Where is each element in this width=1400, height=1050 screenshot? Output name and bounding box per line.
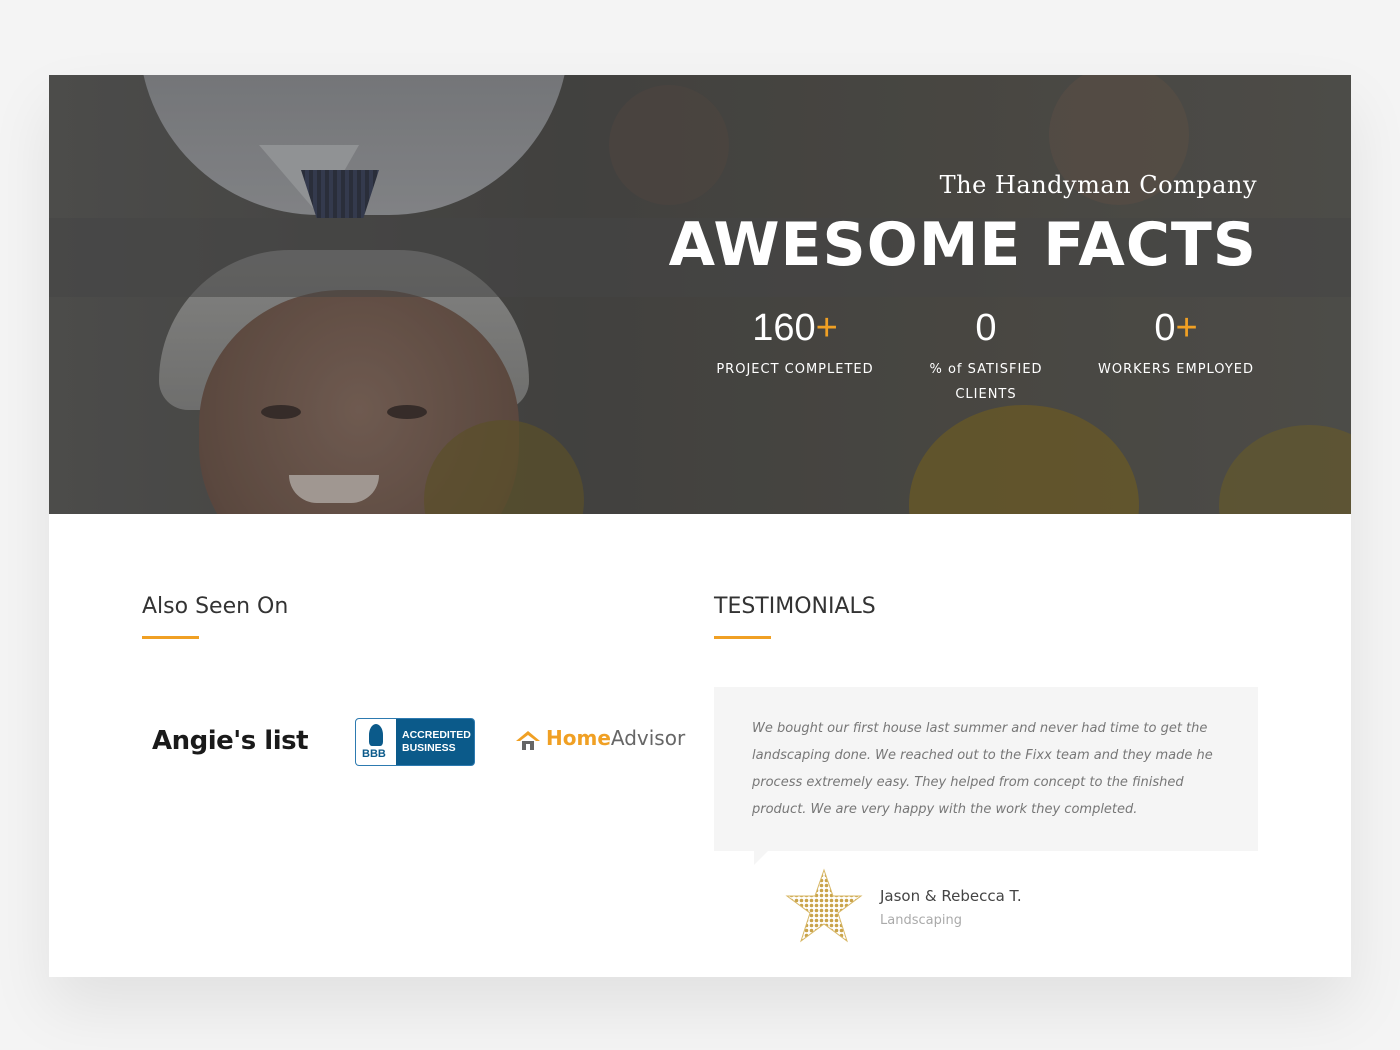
bbb-seal-text: BBB: [362, 748, 386, 760]
stat-suffix: +: [1175, 307, 1198, 349]
stat-projects: 160+ PROJECT COMPLETED: [705, 303, 885, 382]
stat-number: 0: [1154, 307, 1176, 349]
hero-section: The Handyman Company AWESOME FACTS 160+ …: [49, 75, 1351, 514]
angies-list-logo[interactable]: Angie's list: [152, 726, 309, 756]
stat-satisfied: 0 % of SATISFIED CLIENTS: [896, 303, 1076, 407]
star-icon: [785, 868, 863, 943]
homeadvisor-home-text: Home: [546, 726, 611, 750]
bbb-accredited-logo[interactable]: BBB ACCREDITED BUSINESS: [355, 718, 475, 766]
heading-underline: [714, 636, 771, 639]
stat-label-line: CLIENTS: [955, 387, 1017, 402]
homeadvisor-text: HomeAdvisor: [546, 726, 685, 750]
bbb-accredited-text: ACCREDITED BUSINESS: [402, 729, 471, 755]
bbb-text-line: BUSINESS: [402, 742, 456, 754]
also-seen-on-heading: Also Seen On: [142, 594, 289, 619]
page-card: The Handyman Company AWESOME FACTS 160+ …: [49, 75, 1351, 977]
stat-value: 0: [896, 303, 1076, 353]
stat-workers: 0+ WORKERS EMPLOYED: [1086, 303, 1266, 382]
bbb-torch-icon: [369, 724, 383, 746]
stat-label: % of SATISFIED CLIENTS: [896, 357, 1076, 407]
quote-pointer: [754, 851, 782, 865]
testimonial-quote-box: We bought our first house last summer an…: [714, 687, 1258, 865]
testimonial-role: Landscaping: [880, 913, 962, 928]
bbb-text-line: ACCREDITED: [402, 729, 471, 741]
hero-title: AWESOME FACTS: [668, 210, 1257, 280]
hero-subtitle: The Handyman Company: [939, 171, 1257, 199]
angies-list-logo-text: Angie's list: [152, 726, 309, 756]
stat-value: 0+: [1086, 303, 1266, 353]
heading-underline: [142, 636, 199, 639]
stat-label: PROJECT COMPLETED: [716, 362, 874, 377]
testimonials-heading: TESTIMONIALS: [714, 594, 876, 619]
stat-suffix: +: [815, 307, 838, 349]
stat-label: WORKERS EMPLOYED: [1097, 362, 1254, 377]
stat-label-line: % of SATISFIED: [929, 362, 1043, 377]
testimonial-quote: We bought our first house last summer an…: [752, 721, 1213, 817]
stat-number: 0: [975, 307, 997, 349]
home-advisor-house-icon: [516, 731, 540, 750]
stat-value: 160+: [705, 303, 885, 353]
bbb-seal: BBB: [356, 719, 396, 765]
homeadvisor-advisor-text: Advisor: [610, 726, 686, 750]
stat-number: 160: [752, 307, 816, 349]
testimonial-author: Jason & Rebecca T.: [880, 887, 1022, 905]
